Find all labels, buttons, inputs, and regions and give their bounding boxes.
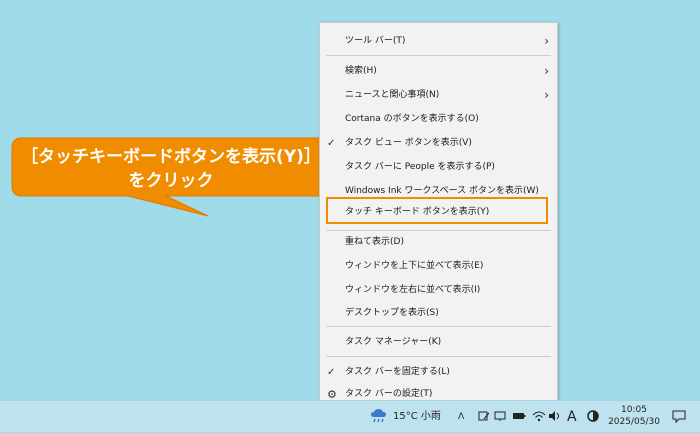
highlight-box (326, 197, 548, 224)
pen-icon[interactable] (478, 401, 490, 433)
menu-item-side-by-side[interactable]: ウィンドウを左右に並べて表示(I) (320, 278, 557, 303)
check-icon: ✓ (327, 138, 336, 149)
speaker-icon[interactable] (548, 401, 562, 433)
menu-item-search[interactable]: 検索(H) › (320, 59, 557, 84)
menu-item-label: ウィンドウを左右に並べて表示(I) (345, 285, 481, 295)
clock-date: 2025/05/30 (608, 417, 660, 427)
clock[interactable]: 10:05 2025/05/30 (606, 404, 662, 428)
menu-item-toolbar[interactable]: ツール バー(T) › (320, 29, 557, 54)
menu-item-cortana[interactable]: Cortana のボタンを表示する(O) (320, 107, 557, 132)
menu-item-label: ニュースと関心事項(N) (345, 90, 440, 100)
chevron-right-icon: › (544, 64, 549, 78)
menu-item-label: ウィンドウを上下に並べて表示(E) (345, 261, 484, 271)
menu-item-label: ツール バー(T) (345, 36, 406, 46)
clock-time: 10:05 (621, 405, 647, 415)
menu-item-label: 検索(H) (345, 66, 377, 76)
menu-separator (326, 356, 551, 357)
notification-icon[interactable] (672, 401, 686, 433)
menu-item-label: Cortana のボタンを表示する(O) (345, 114, 479, 124)
ime-indicator[interactable]: A (567, 401, 577, 433)
menu-item-task-view[interactable]: ✓ タスク ビュー ボタンを表示(V) (320, 131, 557, 156)
wifi-icon[interactable] (532, 401, 546, 433)
menu-item-show-desktop[interactable]: デスクトップを表示(S) (320, 301, 557, 326)
chevron-right-icon: › (544, 88, 549, 102)
taskbar[interactable]: 15°C 小雨 ᐱ A 10:05 2025/05/30 (0, 400, 700, 432)
battery-icon[interactable] (512, 401, 526, 433)
night-light-icon[interactable] (587, 401, 599, 433)
menu-item-stack[interactable]: ウィンドウを上下に並べて表示(E) (320, 254, 557, 279)
menu-item-label: タスク マネージャー(K) (345, 337, 442, 347)
menu-item-label: タスク ビュー ボタンを表示(V) (345, 138, 472, 148)
weather-text[interactable]: 15°C 小雨 (393, 401, 441, 433)
menu-item-task-manager[interactable]: タスク マネージャー(K) (320, 330, 557, 355)
menu-item-news[interactable]: ニュースと関心事項(N) › (320, 83, 557, 108)
cloud-rain-icon[interactable] (370, 401, 388, 433)
monitor-icon[interactable] (494, 401, 506, 433)
menu-item-label: タスク バーに People を表示する(P) (345, 162, 495, 172)
menu-separator (326, 326, 551, 327)
menu-item-people[interactable]: タスク バーに People を表示する(P) (320, 155, 557, 180)
chevron-up-icon[interactable]: ᐱ (458, 401, 464, 433)
menu-item-label: 重ねて表示(D) (345, 237, 404, 247)
menu-item-label: デスクトップを表示(S) (345, 308, 439, 318)
menu-item-cascade[interactable]: 重ねて表示(D) (320, 230, 557, 255)
chevron-right-icon: › (544, 34, 549, 48)
menu-separator (326, 55, 551, 56)
